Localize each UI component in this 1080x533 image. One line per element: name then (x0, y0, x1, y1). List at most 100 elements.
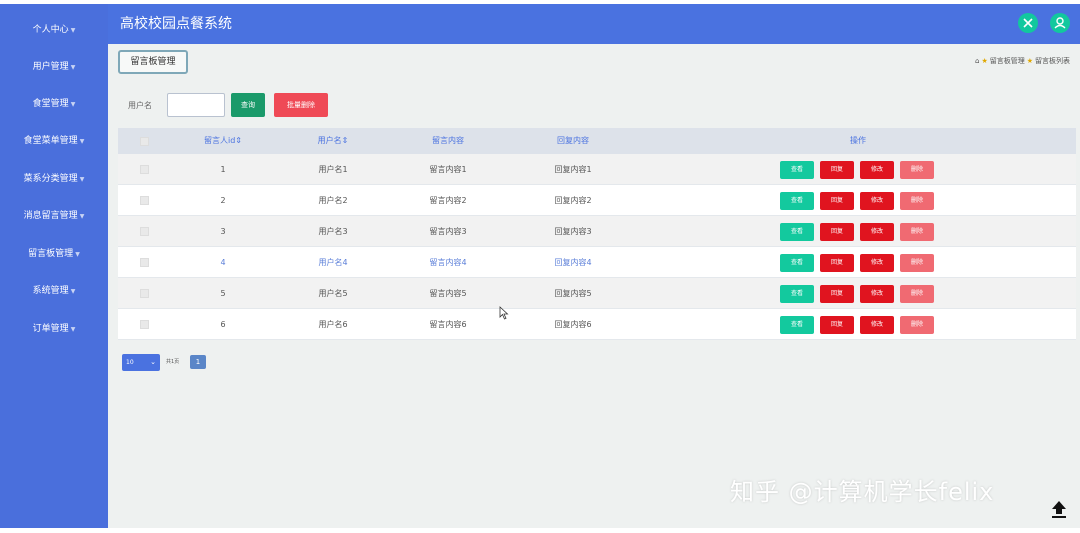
chevron-down-icon: ▼ (70, 27, 76, 34)
query-button[interactable]: 查询 (231, 93, 265, 117)
breadcrumb-item[interactable]: 留言板管理 (990, 57, 1025, 65)
sidebar-item-menu-management[interactable]: 食堂菜单管理 ▼ (0, 130, 108, 152)
page-size-value: 10 (126, 359, 134, 366)
sidebar-item-system-management[interactable]: 系统管理 ▼ (0, 280, 108, 302)
edit-button[interactable]: 修改 (860, 161, 894, 179)
upload-icon[interactable] (1048, 498, 1070, 520)
cell-id: 1 (220, 165, 226, 174)
delete-button[interactable]: 删除 (900, 223, 934, 241)
reply-button[interactable]: 回复 (820, 254, 854, 272)
delete-button[interactable]: 删除 (900, 285, 934, 303)
cell-username: 用户名5 (318, 289, 348, 298)
pagination-page-1[interactable]: 1 (190, 355, 206, 369)
reply-button[interactable]: 回复 (820, 192, 854, 210)
page-size-select[interactable]: 10 ⌄ (122, 354, 160, 371)
chevron-down-icon: ▼ (70, 64, 76, 71)
cell-reply: 回复内容2 (554, 196, 592, 205)
reply-button[interactable]: 回复 (820, 316, 854, 334)
sidebar-item-message-management[interactable]: 消息留言管理 ▼ (0, 205, 108, 227)
cell-username: 用户名1 (318, 165, 348, 174)
chevron-down-icon: ▼ (70, 326, 76, 333)
reply-button[interactable]: 回复 (820, 285, 854, 303)
row-checkbox[interactable] (140, 258, 149, 267)
table-row: 1 用户名1 留言内容1 回复内容1 查看 回复 修改 删除 (118, 154, 1076, 185)
chevron-down-icon: ▼ (70, 288, 76, 295)
user-icon[interactable] (1050, 13, 1070, 33)
top-bar: 高校校园点餐系统 (108, 4, 1080, 44)
cell-content: 留言内容6 (429, 320, 467, 329)
sidebar: 个人中心 ▼ 用户管理 ▼ 食堂管理 ▼ 食堂菜单管理 ▼ 菜系分类管理 ▼ 消息留言管理… (0, 4, 108, 528)
edit-button[interactable]: 修改 (860, 316, 894, 334)
expand-icon[interactable] (1018, 13, 1038, 33)
home-icon[interactable]: ⌂ (975, 57, 979, 65)
cell-content: 留言内容4 (429, 258, 467, 267)
view-button[interactable]: 查看 (780, 192, 814, 210)
cell-reply: 回复内容1 (554, 165, 592, 174)
cell-content: 留言内容1 (429, 165, 467, 174)
reply-button[interactable]: 回复 (820, 223, 854, 241)
delete-button[interactable]: 删除 (900, 316, 934, 334)
main-content: 留言板管理 ⌂ ★ 留言板管理 ★ 留言板列表 用户名 查询 批量删除 留言人id⇕ 用… (108, 44, 1080, 528)
table-row: 3 用户名3 留言内容3 回复内容3 查看 回复 修改 删除 (118, 216, 1076, 247)
row-checkbox[interactable] (140, 227, 149, 236)
username-input[interactable] (167, 93, 225, 117)
cell-reply: 回复内容3 (554, 227, 592, 236)
sidebar-item-label: 订单管理 (32, 324, 69, 334)
sidebar-item-cuisine-category[interactable]: 菜系分类管理 ▼ (0, 168, 108, 190)
sidebar-item-label: 食堂菜单管理 (23, 136, 78, 146)
sidebar-item-label: 用户管理 (32, 62, 69, 72)
cell-username: 用户名2 (318, 196, 348, 205)
sidebar-item-message-board[interactable]: 留言板管理 ▼ (0, 243, 108, 265)
table-header: 留言人id⇕ 用户名⇕ 留言内容 回复内容 操作 (118, 128, 1076, 154)
column-header-username[interactable]: 用户名⇕ (288, 128, 378, 154)
star-icon: ★ (981, 57, 988, 65)
column-header-reply: 回复内容 (557, 136, 589, 145)
mouse-cursor-icon (499, 306, 509, 320)
cell-id: 2 (220, 196, 226, 205)
view-button[interactable]: 查看 (780, 161, 814, 179)
delete-button[interactable]: 删除 (900, 254, 934, 272)
edit-button[interactable]: 修改 (860, 223, 894, 241)
star-icon: ★ (1026, 57, 1033, 65)
table-row: 5 用户名5 留言内容5 回复内容5 查看 回复 修改 删除 (118, 278, 1076, 309)
sidebar-item-order-management[interactable]: 订单管理 ▼ (0, 318, 108, 340)
sidebar-item-canteen-management[interactable]: 食堂管理 ▼ (0, 93, 108, 115)
chevron-down-icon: ▼ (70, 101, 76, 108)
batch-delete-button[interactable]: 批量删除 (274, 93, 328, 117)
edit-button[interactable]: 修改 (860, 285, 894, 303)
view-button[interactable]: 查看 (780, 254, 814, 272)
view-button[interactable]: 查看 (780, 223, 814, 241)
chevron-down-icon: ⌄ (150, 358, 156, 366)
sidebar-item-personal-center[interactable]: 个人中心 ▼ (0, 19, 108, 41)
row-checkbox[interactable] (140, 196, 149, 205)
row-checkbox[interactable] (140, 165, 149, 174)
sidebar-item-label: 菜系分类管理 (23, 174, 78, 184)
chevron-down-icon: ▼ (79, 138, 85, 145)
cell-username: 用户名3 (318, 227, 348, 236)
tab-message-board[interactable]: 留言板管理 (118, 50, 188, 74)
sidebar-item-label: 系统管理 (32, 286, 69, 296)
cell-id: 5 (220, 289, 226, 298)
edit-button[interactable]: 修改 (860, 192, 894, 210)
cell-reply: 回复内容6 (554, 320, 592, 329)
view-button[interactable]: 查看 (780, 285, 814, 303)
sidebar-item-user-management[interactable]: 用户管理 ▼ (0, 56, 108, 78)
row-checkbox[interactable] (140, 320, 149, 329)
edit-button[interactable]: 修改 (860, 254, 894, 272)
cell-username: 用户名6 (318, 320, 348, 329)
delete-button[interactable]: 删除 (900, 192, 934, 210)
column-header-id[interactable]: 留言人id⇕ (178, 128, 268, 154)
chevron-down-icon: ▼ (79, 176, 85, 183)
cell-content: 留言内容3 (429, 227, 467, 236)
table-row: 6 用户名6 留言内容6 回复内容6 查看 回复 修改 删除 (118, 309, 1076, 340)
cell-content: 留言内容5 (429, 289, 467, 298)
cell-content: 留言内容2 (429, 196, 467, 205)
pagination-total: 共1页 (166, 359, 180, 365)
reply-button[interactable]: 回复 (820, 161, 854, 179)
delete-button[interactable]: 删除 (900, 161, 934, 179)
select-all-checkbox[interactable] (140, 137, 149, 146)
row-checkbox[interactable] (140, 289, 149, 298)
view-button[interactable]: 查看 (780, 316, 814, 334)
column-header-actions: 操作 (850, 136, 866, 145)
column-header-content: 留言内容 (432, 136, 464, 145)
